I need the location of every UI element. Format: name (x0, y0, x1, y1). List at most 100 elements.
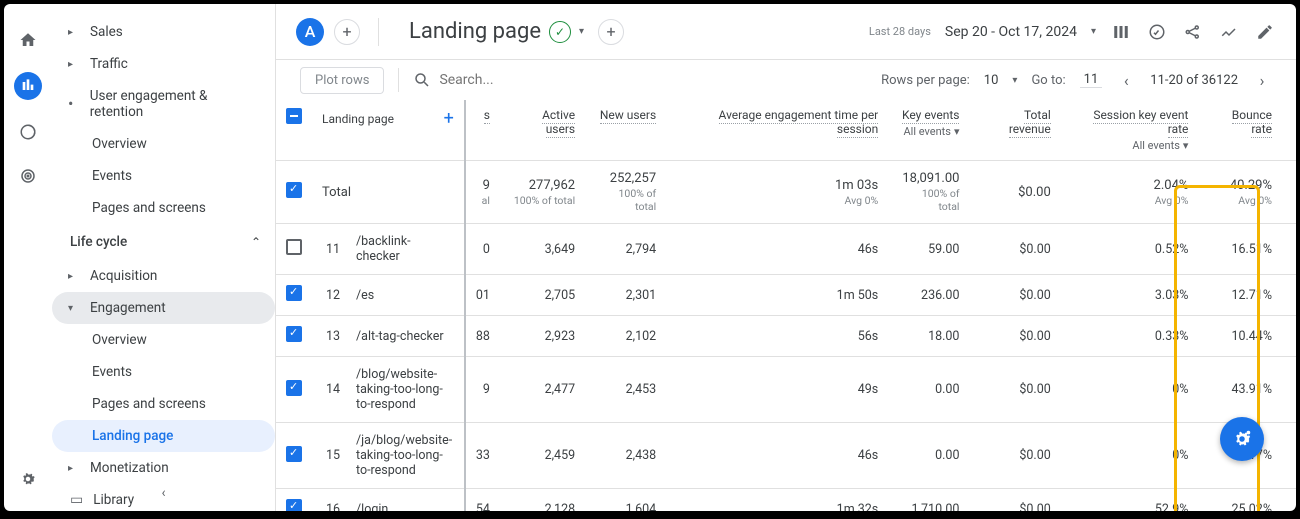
explore-icon[interactable] (16, 120, 40, 144)
prev-page-button[interactable]: ‹ (1116, 71, 1136, 90)
advertising-icon[interactable] (16, 164, 40, 188)
insights-icon[interactable] (1146, 21, 1168, 43)
insights-fab[interactable] (1220, 417, 1264, 461)
sidebar-item-monetization[interactable]: ▸Monetization (52, 452, 275, 484)
sidebar-item-events-2[interactable]: Events (52, 356, 275, 388)
cell: 2,794 (585, 224, 666, 275)
cell: 49s (666, 357, 888, 423)
cell: 1,710.00 (888, 489, 969, 512)
landing-page-path[interactable]: /alt-tag-checker (346, 316, 465, 357)
chevron-up-icon: ⌃ (251, 235, 261, 249)
sidebar: ▸Sales ▸Traffic •User engagement & reten… (52, 4, 276, 511)
chevron-down-icon[interactable]: ▾ (1012, 75, 1017, 86)
cell: 9 (465, 357, 500, 423)
landing-page-path[interactable]: /ja/blog/website-taking-too-long-to-resp… (346, 423, 465, 489)
goto-value[interactable]: 11 (1080, 72, 1103, 88)
sidebar-item-pages-screens-2[interactable]: Pages and screens (52, 388, 275, 420)
total-checkbox[interactable] (276, 161, 312, 224)
nav-label: Traffic (90, 56, 128, 72)
rows-per-page-value[interactable]: 10 (984, 73, 999, 88)
row-checkbox[interactable] (276, 357, 312, 423)
cell: 9al (465, 161, 500, 224)
session-key-filter[interactable]: All events ▾ (1071, 139, 1189, 152)
nav-label: Pages and screens (92, 396, 206, 412)
table-row: 13/alt-tag-checker882,9232,10256s18.00$0… (276, 316, 1296, 357)
share-icon[interactable] (1182, 21, 1204, 43)
row-checkbox[interactable] (276, 423, 312, 489)
sidebar-item-overview[interactable]: Overview (52, 128, 275, 160)
nav-label: Acquisition (90, 268, 157, 284)
sidebar-item-overview-2[interactable]: Overview (52, 324, 275, 356)
top-bar: A + Landing page ✓ ▾ + Last 28 days Sep … (276, 4, 1296, 60)
col-key-events[interactable]: Key eventsAll events ▾ (888, 100, 969, 161)
row-index: 15 (312, 423, 346, 489)
next-page-button[interactable]: › (1252, 71, 1272, 90)
total-label: Total (312, 161, 465, 224)
sidebar-item-traffic[interactable]: ▸Traffic (52, 48, 275, 80)
col-new-users[interactable]: New users (585, 100, 666, 161)
date-range[interactable]: Sep 20 - Oct 17, 2024 (945, 24, 1077, 40)
cell: 0.33% (1061, 316, 1199, 357)
sidebar-item-pages-screens[interactable]: Pages and screens (52, 192, 275, 224)
plot-rows-button[interactable]: Plot rows (300, 67, 384, 94)
landing-page-path[interactable]: /es (346, 275, 465, 316)
col-session-key-rate[interactable]: Session key event rateAll events ▾ (1061, 100, 1199, 161)
reports-icon[interactable] (14, 72, 42, 100)
nav-label: Engagement (90, 300, 166, 316)
search-box[interactable] (413, 71, 867, 89)
landing-page-path[interactable]: /backlink-checker (346, 224, 465, 275)
edit-icon[interactable] (1254, 21, 1276, 43)
landing-page-path[interactable]: /blog/website-taking-too-long-to-respond (346, 357, 465, 423)
nav-label: Pages and screens (92, 200, 206, 216)
cell: 277,962100% of total (500, 161, 585, 224)
cell: 2,453 (585, 357, 666, 423)
total-row: Total 9al 277,962100% of total 252,25710… (276, 161, 1296, 224)
table-row: 11/backlink-checker03,6492,79446s59.00$0… (276, 224, 1296, 275)
account-avatar[interactable]: A (296, 18, 324, 46)
table-row: 12/es012,7052,3011m 50s236.00$0.003.03%1… (276, 275, 1296, 316)
header-checkbox[interactable] (276, 100, 312, 161)
sidebar-item-acquisition[interactable]: ▸Acquisition (52, 260, 275, 292)
landing-page-path[interactable]: /login (346, 489, 465, 512)
col-total-revenue[interactable]: Total revenue (969, 100, 1060, 161)
chevron-down-icon[interactable]: ▾ (1091, 26, 1096, 37)
cell: 43.91% (1198, 357, 1296, 423)
settings-icon[interactable] (16, 467, 40, 491)
sidebar-item-engagement[interactable]: ▾Engagement (52, 292, 275, 324)
search-input[interactable] (439, 72, 639, 88)
sidebar-section-lifecycle[interactable]: Life cycle⌃ (52, 224, 275, 260)
row-checkbox[interactable] (276, 275, 312, 316)
divider (398, 68, 399, 92)
customize-columns-icon[interactable] (1110, 21, 1132, 43)
collapse-sidebar-button[interactable]: ‹ (52, 485, 275, 501)
col-avg-engagement[interactable]: Average engagement time per session (666, 100, 888, 161)
row-checkbox[interactable] (276, 224, 312, 275)
row-checkbox[interactable] (276, 316, 312, 357)
col-active-users[interactable]: Active users (500, 100, 585, 161)
date-range-label: Last 28 days (869, 25, 931, 38)
sidebar-item-user-engagement[interactable]: •User engagement & retention (52, 80, 275, 128)
add-card-button[interactable]: + (598, 19, 624, 45)
rows-per-page-label: Rows per page: (881, 73, 970, 88)
cell: 2,477 (500, 357, 585, 423)
row-checkbox[interactable] (276, 489, 312, 512)
cell: 54 (465, 489, 500, 512)
sidebar-item-events[interactable]: Events (52, 160, 275, 192)
key-events-filter[interactable]: All events ▾ (898, 125, 959, 138)
cell: $0.00 (969, 423, 1060, 489)
cell: $0.00 (969, 357, 1060, 423)
cell: 1m 32s (666, 489, 888, 512)
status-verified-icon[interactable]: ✓ (549, 21, 571, 43)
col-landing-page: Landing page + (312, 100, 465, 161)
cell: 56s (666, 316, 888, 357)
sidebar-item-landing-page[interactable]: Landing page (52, 420, 275, 452)
add-dimension-button[interactable]: + (444, 108, 454, 129)
cell: 2,705 (500, 275, 585, 316)
sidebar-item-sales[interactable]: ▸Sales (52, 16, 275, 48)
add-comparison-button[interactable]: + (334, 19, 360, 45)
col-bounce-rate[interactable]: Bounce rate (1198, 100, 1296, 161)
home-icon[interactable] (16, 28, 40, 52)
chevron-down-icon[interactable]: ▾ (579, 26, 584, 37)
cell: 0.00 (888, 423, 969, 489)
trend-icon[interactable] (1218, 21, 1240, 43)
